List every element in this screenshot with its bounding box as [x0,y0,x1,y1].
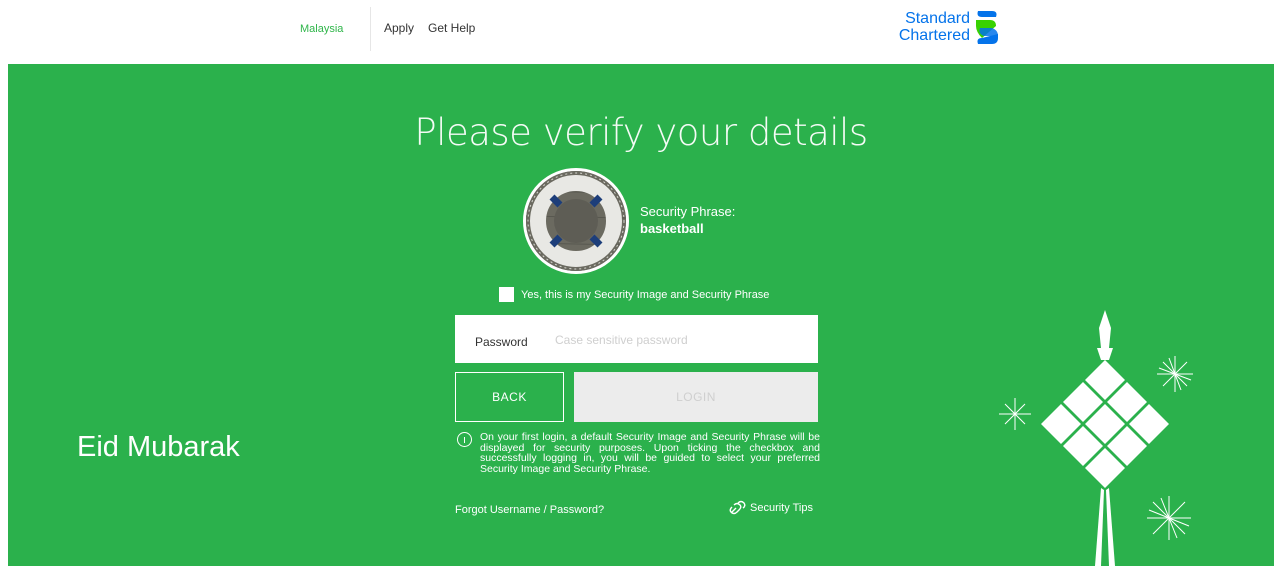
standard-chartered-logo-icon [976,11,998,44]
back-button[interactable]: BACK [455,372,564,422]
login-button[interactable]: LOGIN [574,372,818,422]
eid-greeting: Eid Mubarak [77,431,240,463]
security-image [523,168,629,274]
standard-chartered-logo[interactable]: Standard Chartered [898,8,1008,52]
forgot-username-password-link[interactable]: Forgot Username / Password? [455,504,604,516]
nav-get-help-link[interactable]: Get Help [428,21,475,35]
page-title: Please verify your details [414,111,868,154]
security-tips-link[interactable]: Security Tips [728,500,813,516]
logo-line-standard: Standard [905,10,970,27]
confirm-security-checkbox[interactable] [499,287,514,302]
password-field: Password [455,315,818,363]
security-phrase-label: Security Phrase: [640,204,736,219]
password-input[interactable] [555,327,805,353]
password-label: Password [475,335,528,349]
nav-apply-link[interactable]: Apply [384,21,414,35]
security-tips-label: Security Tips [750,501,813,514]
logo-text: Standard Chartered [898,10,970,44]
top-header: Malaysia Apply Get Help Standard Charter… [0,0,1281,64]
first-login-info-text: On your first login, a default Security … [480,431,820,475]
confirm-security-label[interactable]: Yes, this is my Security Image and Secur… [521,289,769,301]
login-hero-panel: Please verify your details Security Phra… [8,64,1274,566]
header-divider [370,7,371,51]
security-phrase-value: basketball [640,221,704,236]
ketupat-decoration-icon [999,310,1193,566]
security-tips-link-icon [729,500,746,515]
region-label[interactable]: Malaysia [300,23,343,35]
security-image-lifebuoy [526,171,626,271]
logo-line-chartered: Chartered [898,27,970,44]
info-icon [457,432,472,447]
